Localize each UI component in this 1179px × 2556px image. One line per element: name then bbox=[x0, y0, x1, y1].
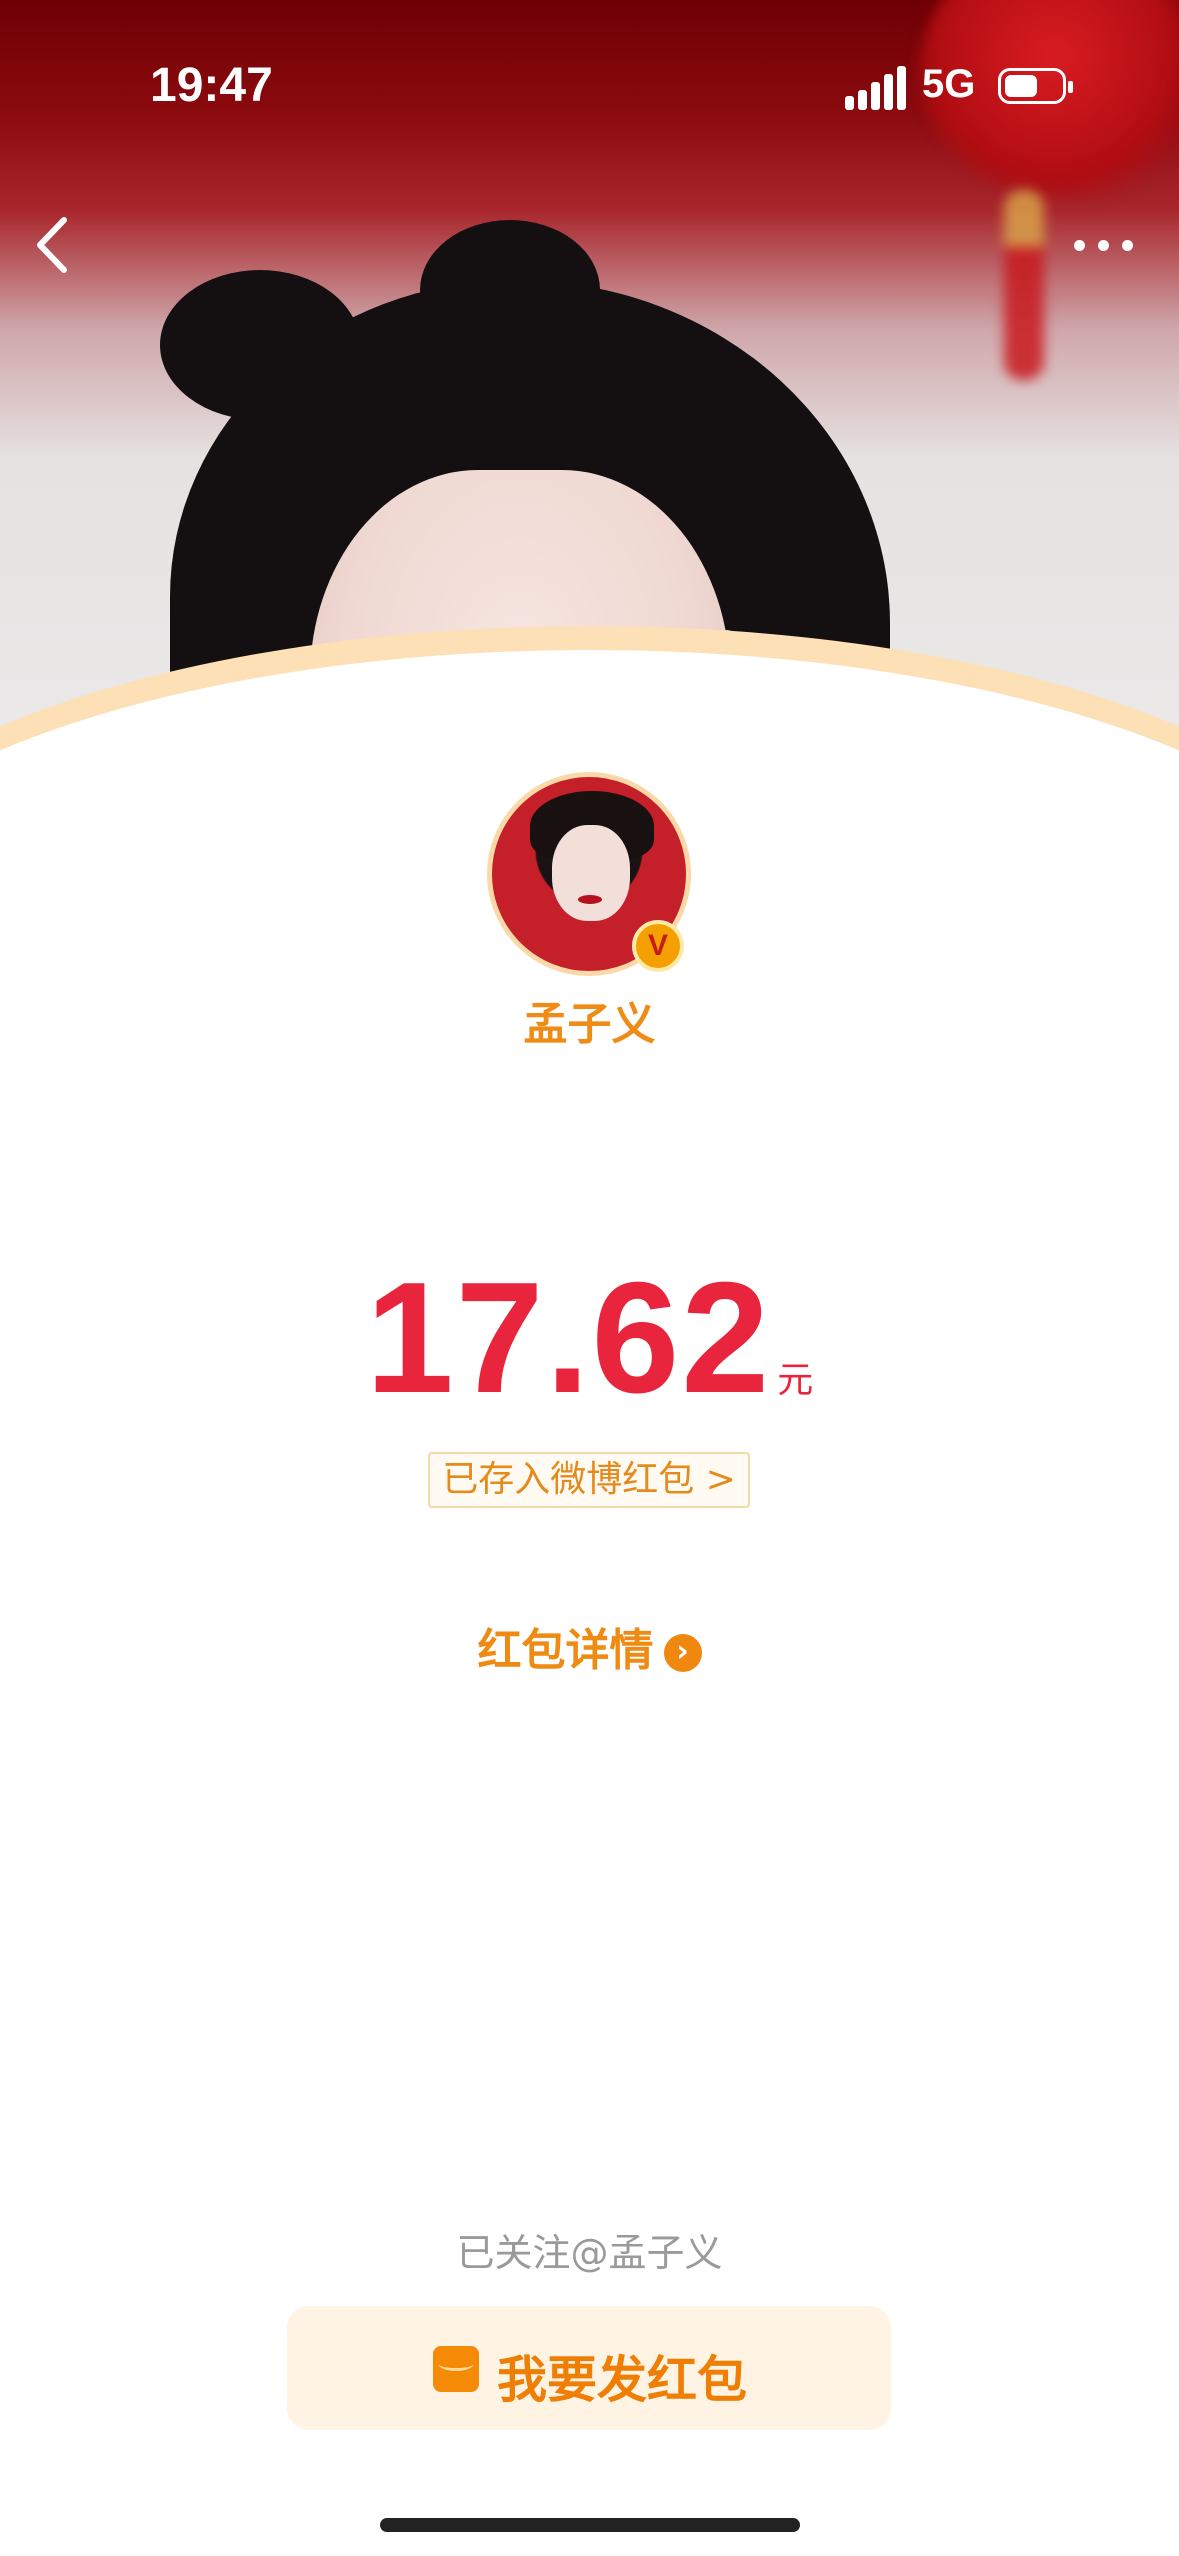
details-label: 红包详情 bbox=[477, 1625, 654, 1676]
signal-icon bbox=[845, 66, 906, 110]
saved-to-wallet-link[interactable]: 已存入微博红包 > bbox=[428, 1452, 750, 1508]
battery-icon bbox=[998, 68, 1073, 104]
status-time: 19:47 bbox=[150, 59, 273, 112]
amount-value: 17.62 bbox=[365, 1250, 772, 1426]
cover-photo bbox=[0, 0, 1179, 880]
home-indicator[interactable] bbox=[380, 2518, 800, 2532]
back-button[interactable] bbox=[24, 210, 94, 280]
chevron-right-icon: › bbox=[663, 1634, 702, 1672]
amount-unit: 元 bbox=[777, 1360, 814, 1401]
chevron-left-icon bbox=[37, 217, 67, 273]
amount-display: 17.62 元 bbox=[0, 1248, 1179, 1429]
sender-name[interactable]: 孟子义 bbox=[0, 988, 1179, 1052]
send-red-packet-button[interactable]: 我要发红包 bbox=[287, 2306, 891, 2430]
red-packet-icon bbox=[433, 2346, 479, 2392]
send-button-label: 我要发红包 bbox=[497, 2351, 747, 2409]
red-packet-details-link[interactable]: 红包详情 › bbox=[0, 1614, 1179, 1678]
verified-badge-icon: V bbox=[632, 920, 684, 972]
lantern-tassel bbox=[1004, 190, 1044, 380]
followed-status: 已关注@孟子义 bbox=[456, 2231, 723, 2275]
more-button[interactable] bbox=[1066, 214, 1146, 274]
more-horizontal-icon bbox=[1074, 240, 1085, 251]
network-label: 5G bbox=[922, 62, 976, 106]
